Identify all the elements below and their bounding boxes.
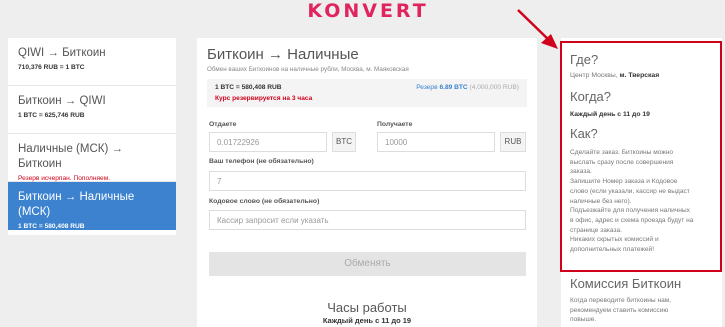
exchange-rate: 1 BTC = 580,408 RUB	[215, 84, 282, 91]
rate-box: 1 BTC = 580,408 RUB Курс резервируется н…	[207, 79, 527, 107]
pair-rate: 710,376 RUB = 1 BTC	[18, 64, 85, 71]
working-hours-value: Каждый день с 11 до 19	[322, 316, 412, 325]
phone-label: Ваш телефон (не обязательно)	[209, 158, 314, 165]
give-label: Отдаете	[209, 121, 237, 128]
reserve-info: Резерв 6.89 BTC (4,000,000 RUB)	[416, 84, 519, 91]
reserve-value: 6.89 BTC	[439, 84, 468, 91]
reserve-warning: Резерв исчерпан. Пополняем.	[18, 175, 111, 182]
pair-title: Биткоин → Наличные (МСК)	[18, 191, 135, 218]
reserve-rub: (4,000,000 RUB)	[469, 84, 519, 91]
commission-heading: Комиссия Биткоин	[570, 276, 682, 291]
commission-line: повыше.	[570, 316, 597, 324]
phone-input[interactable]: 7	[209, 171, 526, 191]
pair-rate: 1 BTC = 625,746 RUB	[18, 112, 85, 119]
exchange-form: Биткоин → Наличные Обмен ваших Биткоинов…	[197, 38, 537, 327]
form-subtitle: Обмен ваших Биткоинов на наличные рубли,…	[207, 66, 409, 73]
get-currency: RUB	[500, 132, 526, 152]
exchange-button[interactable]: Обменять	[209, 252, 526, 276]
give-currency: BTC	[332, 132, 356, 152]
konvert-logo[interactable]: KONVERT	[300, 1, 436, 21]
pair-bitcoin-to-qiwi[interactable]: Биткоин → QIWI 1 BTC = 625,746 RUB	[8, 86, 176, 134]
commission-text: Когда переводите биткоины нам, рекоменду…	[570, 296, 718, 325]
pair-title: Наличные (МСК) → Биткоин	[18, 143, 123, 170]
pair-title: Биткоин → QIWI	[18, 95, 106, 107]
working-hours-title: Часы работы	[327, 300, 407, 315]
pair-qiwi-to-bitcoin[interactable]: QIWI → Биткоин 710,376 RUB = 1 BTC	[8, 38, 176, 86]
form-title: Биткоин → Наличные	[207, 46, 359, 63]
exchange-pairs-list: QIWI → Биткоин 710,376 RUB = 1 BTC Битко…	[8, 38, 176, 235]
get-label: Получаете	[377, 121, 413, 128]
code-word-input[interactable]: Кассир запросит если указать	[209, 210, 526, 230]
pair-rate: 1 BTC = 580,408 RUB	[18, 223, 85, 230]
reserve-label: Резерв	[416, 84, 438, 91]
pair-title: QIWI → Биткоин	[18, 47, 106, 59]
pair-cash-to-bitcoin[interactable]: Наличные (МСК) → Биткоин Резерв исчерпан…	[8, 134, 176, 182]
code-word-label: Кодовое слово (не обязательно)	[209, 198, 320, 205]
give-amount-input[interactable]: 0.01722926	[209, 132, 327, 152]
pair-bitcoin-to-cash[interactable]: Биткоин → Наличные (МСК) 1 BTC = 580,408…	[8, 182, 176, 230]
commission-line: Когда переводите биткоины нам,	[570, 297, 672, 304]
commission-line: рекомендуем ставить комиссию	[570, 306, 669, 314]
get-amount-input[interactable]: 10000	[377, 132, 495, 152]
highlight-box	[560, 41, 722, 272]
rate-reserved-note: Курс резервируется на 3 часа	[215, 95, 313, 102]
